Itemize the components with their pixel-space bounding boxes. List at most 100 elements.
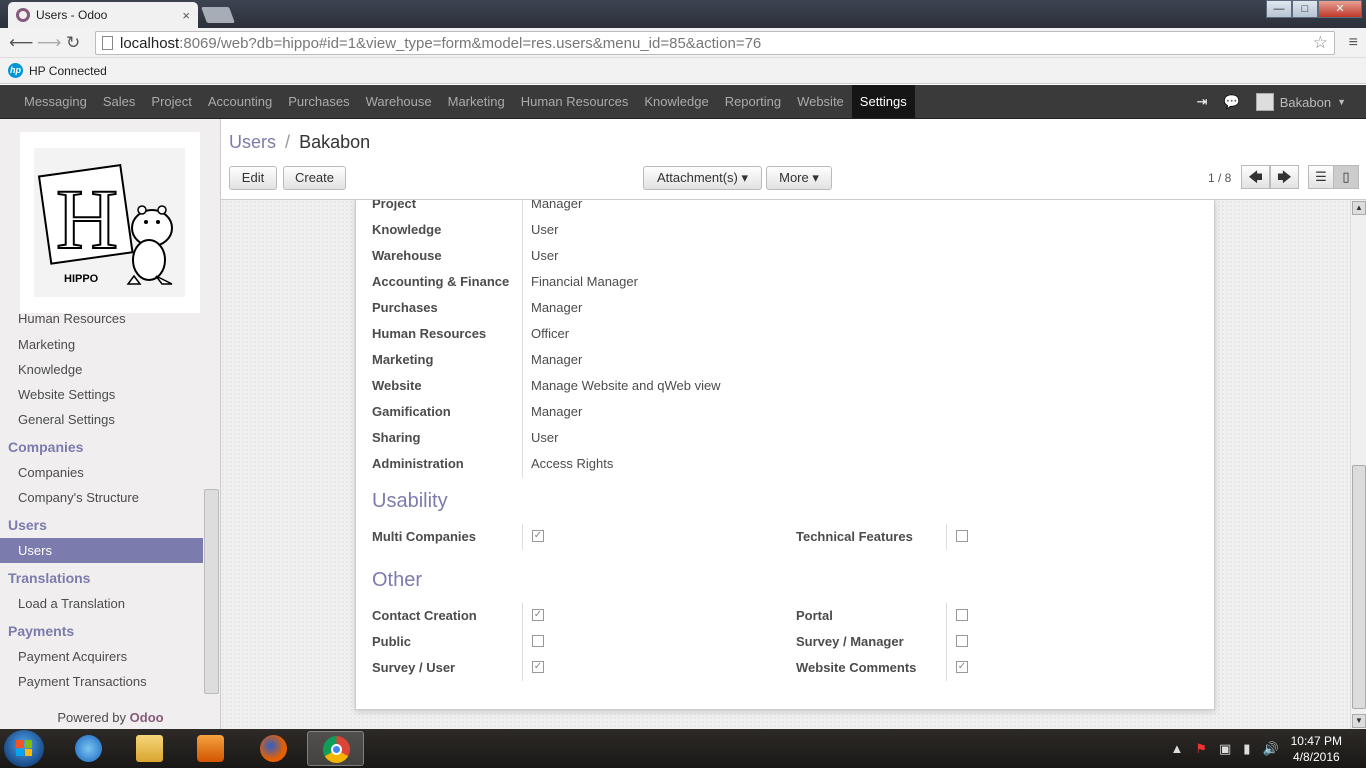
field-value[interactable]: Financial Manager	[531, 274, 638, 289]
company-logo[interactable]: H HIPPO	[20, 132, 200, 313]
checkbox-unchecked[interactable]	[956, 530, 968, 542]
chat-icon[interactable]: 💬	[1224, 94, 1240, 110]
new-tab-button[interactable]	[201, 7, 235, 23]
menu-sales[interactable]: Sales	[95, 85, 144, 118]
reload-icon[interactable]: ↻	[66, 33, 80, 53]
checkbox-unchecked[interactable]	[956, 635, 968, 647]
logout-icon[interactable]: ⇥	[1197, 94, 1208, 110]
attachments-dropdown[interactable]: Attachment(s) ▾	[643, 166, 762, 190]
menu-project[interactable]: Project	[143, 85, 199, 118]
list-view-button[interactable]: ☰	[1308, 165, 1334, 189]
scroll-down-arrow[interactable]: ▼	[1352, 714, 1366, 728]
checkbox-checked[interactable]: ✓	[532, 661, 544, 673]
device-icon[interactable]: ▣	[1219, 741, 1231, 757]
menu-marketing[interactable]: Marketing	[440, 85, 513, 118]
taskbar-chrome[interactable]	[307, 731, 364, 766]
checkbox-checked[interactable]: ✓	[532, 530, 544, 542]
sidebar-scroll-thumb[interactable]	[204, 489, 219, 694]
sidebar-item-website-settings[interactable]: Website Settings	[0, 382, 203, 407]
pager-next-button[interactable]: 🡆	[1270, 165, 1299, 189]
form-view-button[interactable]: ▯	[1333, 165, 1359, 189]
sidebar-item-general-settings[interactable]: General Settings	[0, 407, 203, 432]
powered-prefix: Powered by	[57, 710, 130, 725]
sidebar-item-knowledge[interactable]: Knowledge	[0, 357, 203, 382]
sidebar-scrollbar[interactable]	[204, 327, 219, 707]
checkbox-checked[interactable]: ✓	[532, 609, 544, 621]
back-icon[interactable]: ⟵	[9, 33, 33, 53]
taskbar-media-player[interactable]	[182, 731, 239, 766]
volume-icon[interactable]: 🔊	[1262, 741, 1278, 757]
close-tab-icon[interactable]: ×	[182, 8, 190, 23]
forward-icon[interactable]: ⟶	[37, 33, 61, 53]
menu-human-resources[interactable]: Human Resources	[513, 85, 637, 118]
menu-settings[interactable]: Settings	[851, 85, 915, 118]
sidebar-heading-translations[interactable]: Translations	[0, 563, 203, 591]
checkbox-unchecked[interactable]	[956, 609, 968, 621]
menu-messaging[interactable]: Messaging	[16, 85, 95, 118]
menu-warehouse[interactable]: Warehouse	[358, 85, 440, 118]
sidebar-item-human-resources[interactable]: Human Resources	[0, 314, 203, 332]
field-value[interactable]: User	[531, 222, 558, 237]
close-window-button[interactable]: ✕	[1318, 0, 1362, 18]
field-label: Portal	[796, 608, 833, 623]
field-value[interactable]: Manage Website and qWeb view	[531, 378, 721, 393]
url-path: :8069/web?db=hippo#id=1&view_type=form&m…	[179, 35, 762, 52]
sidebar-item-payment-acquirers[interactable]: Payment Acquirers	[0, 644, 203, 669]
show-hidden-icons-icon[interactable]: ▲	[1170, 741, 1183, 756]
user-menu[interactable]: Bakabon ▼	[1255, 93, 1346, 111]
menu-website[interactable]: Website	[789, 85, 852, 118]
network-icon[interactable]: ▮	[1243, 741, 1250, 757]
form-scroll-thumb[interactable]	[1352, 465, 1366, 709]
sidebar-item-load-translation[interactable]: Load a Translation	[0, 591, 203, 616]
bookmark-star-icon[interactable]: ☆	[1313, 33, 1328, 53]
control-panel: Users / Bakabon Edit Create Attachment(s…	[221, 119, 1366, 200]
sidebar-item-payment-transactions[interactable]: Payment Transactions	[0, 669, 203, 694]
breadcrumb-users-link[interactable]: Users	[229, 132, 276, 152]
browser-tab[interactable]: Users - Odoo ×	[8, 2, 198, 28]
edit-button[interactable]: Edit	[229, 166, 277, 190]
field-value[interactable]: User	[531, 430, 558, 445]
create-button[interactable]: Create	[283, 166, 346, 190]
sidebar-heading-payments[interactable]: Payments	[0, 616, 203, 644]
checkbox-checked[interactable]: ✓	[956, 661, 968, 673]
minimize-button[interactable]: —	[1266, 0, 1292, 18]
field-label: Public	[372, 634, 412, 649]
sidebar-item-marketing[interactable]: Marketing	[0, 332, 203, 357]
scroll-up-arrow[interactable]: ▲	[1352, 201, 1366, 215]
address-bar[interactable]: localhost:8069/web?db=hippo#id=1&view_ty…	[95, 31, 1335, 55]
more-dropdown[interactable]: More ▾	[766, 166, 832, 190]
menu-purchases[interactable]: Purchases	[280, 85, 357, 118]
field-public: Public	[372, 629, 772, 655]
form-scrollbar[interactable]: ▲ ▼	[1350, 200, 1366, 729]
taskbar-file-explorer[interactable]	[121, 731, 178, 766]
sidebar-heading-companies[interactable]: Companies	[0, 432, 203, 460]
menu-reporting[interactable]: Reporting	[717, 85, 789, 118]
field-value[interactable]: Manager	[531, 404, 582, 419]
field-value[interactable]: Manager	[531, 352, 582, 367]
pager-previous-button[interactable]: 🡄	[1241, 165, 1270, 189]
chrome-menu-icon[interactable]: ≡	[1349, 34, 1358, 52]
field-value[interactable]: Manager	[531, 200, 582, 211]
menu-knowledge[interactable]: Knowledge	[636, 85, 716, 118]
action-center-icon[interactable]: ⚑	[1195, 741, 1207, 757]
checkbox-unchecked[interactable]	[532, 635, 544, 647]
field-value[interactable]: Officer	[531, 326, 569, 341]
system-clock[interactable]: 10:47 PM 4/8/2016	[1291, 733, 1342, 765]
sidebar-item-company-structure[interactable]: Company's Structure	[0, 485, 203, 510]
sidebar-item-companies[interactable]: Companies	[0, 460, 203, 485]
taskbar-internet-explorer[interactable]	[60, 731, 117, 766]
field-label: Website	[372, 378, 422, 393]
bookmark-hp-connected[interactable]: HP Connected	[29, 64, 107, 78]
field-value[interactable]: Manager	[531, 300, 582, 315]
powered-brand-link[interactable]: Odoo	[130, 710, 164, 725]
maximize-button[interactable]: □	[1292, 0, 1318, 18]
sidebar-heading-users[interactable]: Users	[0, 510, 203, 538]
field-survey-manager: Survey / Manager	[796, 629, 1196, 655]
media-player-icon	[197, 735, 224, 762]
start-button[interactable]	[4, 730, 44, 767]
sidebar-item-users[interactable]: Users	[0, 538, 203, 563]
taskbar-firefox[interactable]	[245, 731, 302, 766]
field-value[interactable]: User	[531, 248, 558, 263]
field-value[interactable]: Access Rights	[531, 456, 613, 471]
menu-accounting[interactable]: Accounting	[200, 85, 280, 118]
